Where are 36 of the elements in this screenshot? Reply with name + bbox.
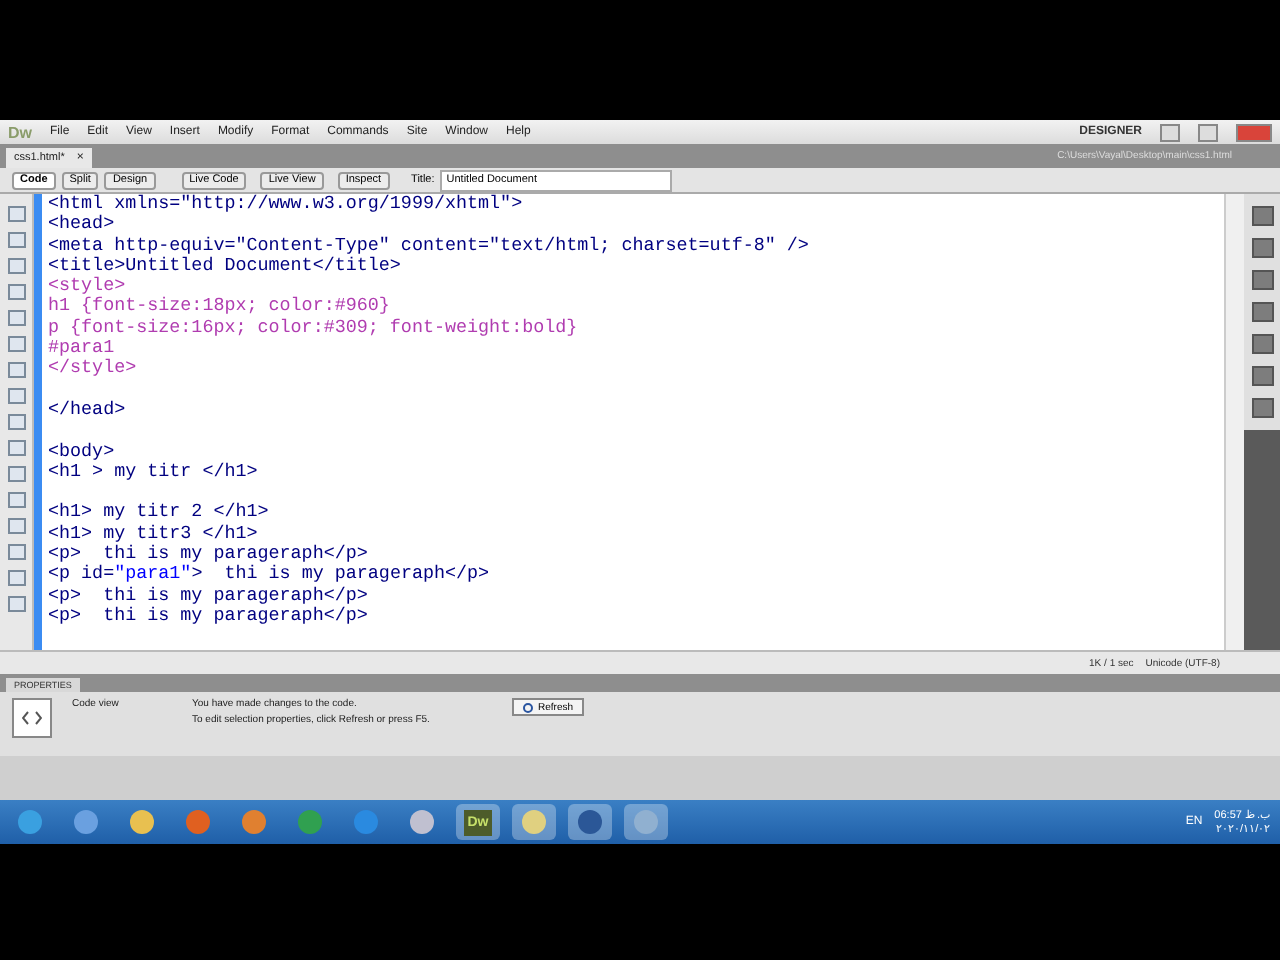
code-line: #para1 <box>48 336 115 359</box>
taskbar-app-icon[interactable] <box>568 804 612 840</box>
code-line: <p> thi is my parageraph</p> <box>48 542 368 565</box>
panel-icon[interactable] <box>1251 302 1273 322</box>
panel-icon[interactable] <box>1251 238 1273 258</box>
code-line: <body> <box>48 439 115 462</box>
app-logo: Dw <box>8 123 32 141</box>
code-line: <p id="para1"> thi is my parageraph</p> <box>48 562 490 585</box>
panel-icon[interactable] <box>1251 334 1273 354</box>
scrollbar[interactable] <box>1224 194 1244 650</box>
code-line: p {font-size:16px; color:#309; font-weight:bold} <box>48 315 578 338</box>
code-line: h1 {font-size:18px; color:#960} <box>48 294 390 317</box>
code-line: <p> thi is my parageraph</p> <box>48 583 368 606</box>
code-line: <head> <box>48 212 115 235</box>
close-button[interactable] <box>1236 123 1272 141</box>
panel-icon[interactable] <box>1251 206 1273 226</box>
code-line: </head> <box>48 397 126 420</box>
code-line: <h1> my titr 2 </h1> <box>48 500 269 523</box>
code-line: <p> thi is my parageraph</p> <box>48 603 368 626</box>
taskbar-app-icon[interactable] <box>512 804 556 840</box>
panel-icon[interactable] <box>1251 398 1273 418</box>
refresh-icon <box>522 701 534 713</box>
panel-icon[interactable] <box>1251 270 1273 290</box>
code-line: <meta http-equiv="Content-Type" content="text/html; charset=utf-8" /> <box>48 233 809 256</box>
code-icon <box>12 698 52 738</box>
code-line: <h1 > my titr </h1> <box>48 459 258 482</box>
minimize-button[interactable] <box>1160 123 1180 141</box>
code-line: <style> <box>48 274 126 297</box>
code-line: <h1> my titr3 </h1> <box>48 521 258 544</box>
code-editor[interactable] <box>42 194 1224 650</box>
taskbar-app-icon[interactable] <box>624 804 668 840</box>
code-line: <title>Untitled Document</title> <box>48 253 401 276</box>
code-line: </style> <box>48 356 137 379</box>
panel-icon[interactable] <box>1251 366 1273 386</box>
code-line: <html xmlns="http://www.w3.org/1999/xhtml"> <box>48 194 523 214</box>
maximize-button[interactable] <box>1198 123 1218 141</box>
